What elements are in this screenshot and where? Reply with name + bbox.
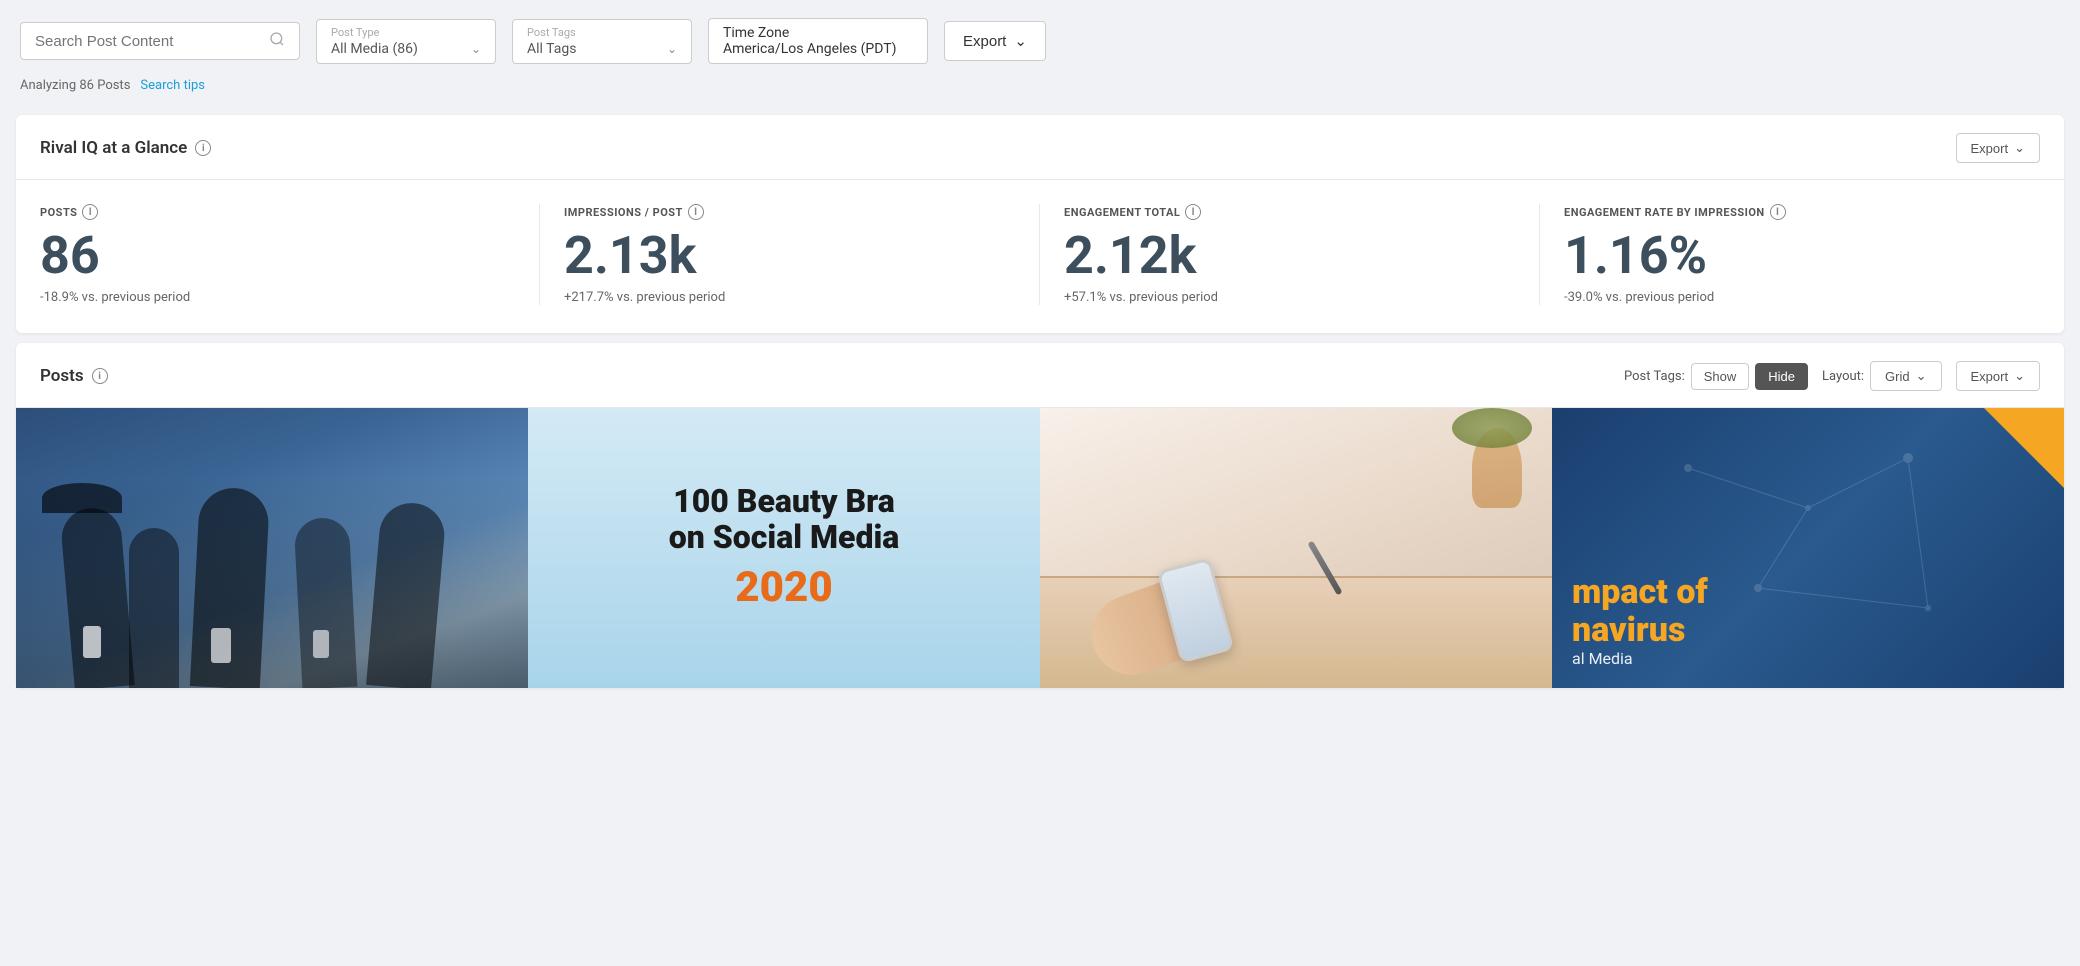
post-card-3[interactable] <box>1040 408 1552 688</box>
stat-impressions-value: 2.13k <box>564 230 1015 282</box>
stat-impressions-change: +217.7% vs. previous period <box>564 290 1015 305</box>
glance-title-group: Rival IQ at a Glance i <box>40 138 211 158</box>
chevron-down-icon-2: ⌄ <box>667 42 677 56</box>
stat-engagement-rate: ENGAGEMENT RATE BY IMPRESSION i 1.16% -3… <box>1540 204 2040 305</box>
search-icon <box>269 31 285 51</box>
post-tags-label: Post Tags <box>527 26 677 39</box>
search-tips-link[interactable]: Search tips <box>140 78 205 93</box>
chevron-down-icon-6: ⌄ <box>2014 368 2025 384</box>
stat-engagement-total-info-icon[interactable]: i <box>1185 204 1201 220</box>
chevron-down-icon: ⌄ <box>471 42 481 56</box>
timezone-dropdown[interactable]: Time Zone America/Los Angeles (PDT) <box>708 18 928 64</box>
stat-engagement-total: ENGAGEMENT TOTAL i 2.12k +57.1% vs. prev… <box>1040 204 1540 305</box>
stat-engagement-rate-info-icon[interactable]: i <box>1770 204 1786 220</box>
posts-section: Posts i Post Tags: Show Hide Layout: Gri… <box>16 343 2064 688</box>
posts-title-group: Posts i <box>40 366 108 386</box>
impact-line3: al Media <box>1572 649 1708 668</box>
posts-header: Posts i Post Tags: Show Hide Layout: Gri… <box>16 343 2064 408</box>
glance-export-label: Export <box>1971 141 2009 156</box>
search-input[interactable] <box>35 33 261 50</box>
post-type-value: All Media (86) <box>331 41 418 57</box>
stat-impressions-info-icon[interactable]: i <box>688 204 704 220</box>
analyzing-text: Analyzing 86 Posts <box>20 78 130 93</box>
post-tags-toggle-group: Post Tags: Show Hide <box>1624 363 1808 390</box>
post-type-dropdown[interactable]: Post Type All Media (86) ⌄ <box>316 19 496 64</box>
post-type-label: Post Type <box>331 26 481 39</box>
top-bar: Post Type All Media (86) ⌄ Post Tags All… <box>0 0 2080 74</box>
layout-grid-button[interactable]: Grid ⌄ <box>1870 361 1941 391</box>
posts-export-label: Export <box>1971 369 2009 384</box>
impact-text-group: mpact of navirus al Media <box>1552 554 1728 688</box>
chevron-down-icon-3: ⌄ <box>1014 32 1027 50</box>
impact-line2: navirus <box>1572 612 1708 649</box>
timezone-value: America/Los Angeles (PDT) <box>723 41 896 57</box>
post-tags-dropdown[interactable]: Post Tags All Tags ⌄ <box>512 19 692 64</box>
post-tags-control-label: Post Tags: <box>1624 369 1685 384</box>
stat-engagement-rate-change: -39.0% vs. previous period <box>1564 290 2040 305</box>
stat-engagement-total-change: +57.1% vs. previous period <box>1064 290 1515 305</box>
glance-header: Rival IQ at a Glance i Export ⌄ <box>16 115 2064 180</box>
glance-info-icon[interactable]: i <box>195 140 211 156</box>
post-card-1[interactable] <box>16 408 528 688</box>
stat-posts-change: -18.9% vs. previous period <box>40 290 515 305</box>
stat-engagement-rate-label: ENGAGEMENT RATE BY IMPRESSION <box>1564 206 1765 219</box>
post-tags-value: All Tags <box>527 41 576 57</box>
stat-engagement-rate-value: 1.16% <box>1564 230 2040 282</box>
export-main-button[interactable]: Export ⌄ <box>944 21 1046 61</box>
glance-export-button[interactable]: Export ⌄ <box>1956 133 2040 163</box>
posts-grid: 100 Beauty Bra on Social Media 2020 <box>16 408 2064 688</box>
beauty-brands-text-2: on Social Media <box>669 520 900 555</box>
layout-label: Layout: <box>1822 369 1864 384</box>
posts-export-button[interactable]: Export ⌄ <box>1956 361 2040 391</box>
stats-grid: POSTS i 86 -18.9% vs. previous period IM… <box>16 180 2064 333</box>
impact-line1: mpact of <box>1572 574 1708 611</box>
stat-impressions-label: IMPRESSIONS / POST <box>564 206 683 219</box>
layout-group: Layout: Grid ⌄ <box>1822 361 1941 391</box>
timezone-label: Time Zone <box>723 25 913 41</box>
beauty-brands-text-1: 100 Beauty Bra <box>669 484 900 519</box>
show-tags-button[interactable]: Show <box>1691 363 1750 390</box>
stat-posts: POSTS i 86 -18.9% vs. previous period <box>40 204 540 305</box>
posts-title: Posts <box>40 366 84 386</box>
post-card-4[interactable]: mpact of navirus al Media <box>1552 408 2064 688</box>
stat-posts-label: POSTS <box>40 206 77 219</box>
post-card-2[interactable]: 100 Beauty Bra on Social Media 2020 <box>528 408 1040 688</box>
posts-info-icon[interactable]: i <box>92 368 108 384</box>
stat-engagement-total-value: 2.12k <box>1064 230 1515 282</box>
glance-title: Rival IQ at a Glance <box>40 138 187 158</box>
stat-engagement-total-label: ENGAGEMENT TOTAL <box>1064 206 1180 219</box>
search-box[interactable] <box>20 22 300 60</box>
export-main-label: Export <box>963 33 1006 50</box>
layout-grid-label: Grid <box>1885 369 1910 384</box>
beauty-brands-year: 2020 <box>669 563 900 612</box>
posts-controls: Post Tags: Show Hide Layout: Grid ⌄ Expo… <box>1624 361 2040 391</box>
stat-posts-value: 86 <box>40 230 515 282</box>
sub-bar: Analyzing 86 Posts Search tips <box>0 74 2080 105</box>
glance-card: Rival IQ at a Glance i Export ⌄ POSTS i … <box>16 115 2064 333</box>
stat-impressions: IMPRESSIONS / POST i 2.13k +217.7% vs. p… <box>540 204 1040 305</box>
chevron-down-icon-5: ⌄ <box>1916 368 1927 384</box>
hide-tags-button[interactable]: Hide <box>1755 363 1808 390</box>
stat-posts-info-icon[interactable]: i <box>82 204 98 220</box>
chevron-down-icon-4: ⌄ <box>2014 140 2025 156</box>
